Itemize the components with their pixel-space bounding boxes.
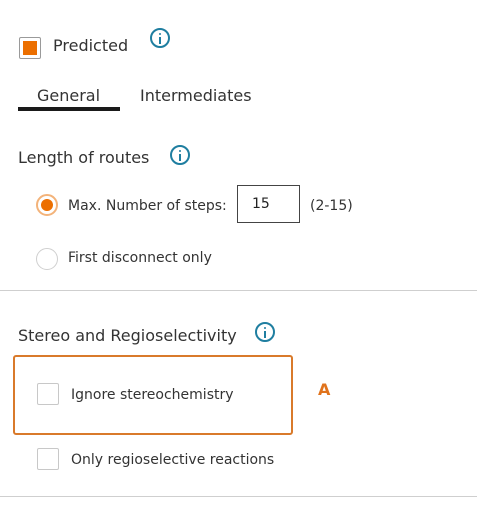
predicted-checkbox-fill	[23, 41, 37, 55]
active-tab-indicator	[18, 107, 120, 111]
section-divider	[0, 290, 477, 291]
only-regioselective-label: Only regioselective reactions	[71, 452, 275, 468]
first-disconnect-label: First disconnect only	[68, 250, 212, 266]
annotation-letter: A	[318, 380, 331, 399]
annotation-highlight-box	[13, 355, 293, 435]
info-icon[interactable]	[150, 28, 170, 48]
first-disconnect-radio[interactable]	[36, 248, 58, 270]
tab-intermediates[interactable]: Intermediates	[140, 86, 252, 106]
section-divider-bottom	[0, 496, 477, 497]
predicted-checkbox[interactable]	[19, 37, 41, 59]
max-steps-input[interactable]	[237, 185, 300, 223]
stereo-heading: Stereo and Regioselectivity	[18, 326, 237, 345]
tab-general[interactable]: General	[37, 86, 100, 106]
info-icon[interactable]	[170, 145, 190, 165]
predicted-label: Predicted	[53, 36, 129, 55]
max-steps-label: Max. Number of steps:	[68, 198, 227, 214]
max-steps-radio[interactable]	[36, 194, 58, 216]
info-icon[interactable]	[255, 322, 275, 342]
length-of-routes-heading: Length of routes	[18, 148, 150, 167]
only-regioselective-checkbox[interactable]	[37, 448, 59, 470]
steps-range-label: (2-15)	[310, 198, 353, 214]
